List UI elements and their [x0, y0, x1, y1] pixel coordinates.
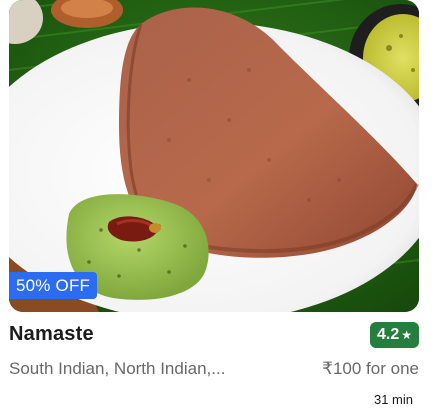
star-icon: ★: [401, 328, 412, 342]
rating-value: 4.2: [376, 326, 400, 343]
cuisine-list: South Indian, North Indian,...: [9, 359, 226, 378]
dosa-plate-illustration: [9, 0, 419, 312]
restaurant-name[interactable]: Namaste: [9, 323, 94, 346]
delivery-time: 31 min: [373, 392, 413, 407]
rating-badge: 4.2 ★: [370, 322, 419, 348]
restaurant-card[interactable]: 50% OFF Namaste 4.2 ★ South Indian, Nort…: [0, 0, 437, 416]
offer-badge: 50% OFF: [9, 272, 98, 299]
price-for-one: ₹100 for one: [322, 359, 419, 378]
restaurant-food-image[interactable]: [9, 0, 419, 312]
